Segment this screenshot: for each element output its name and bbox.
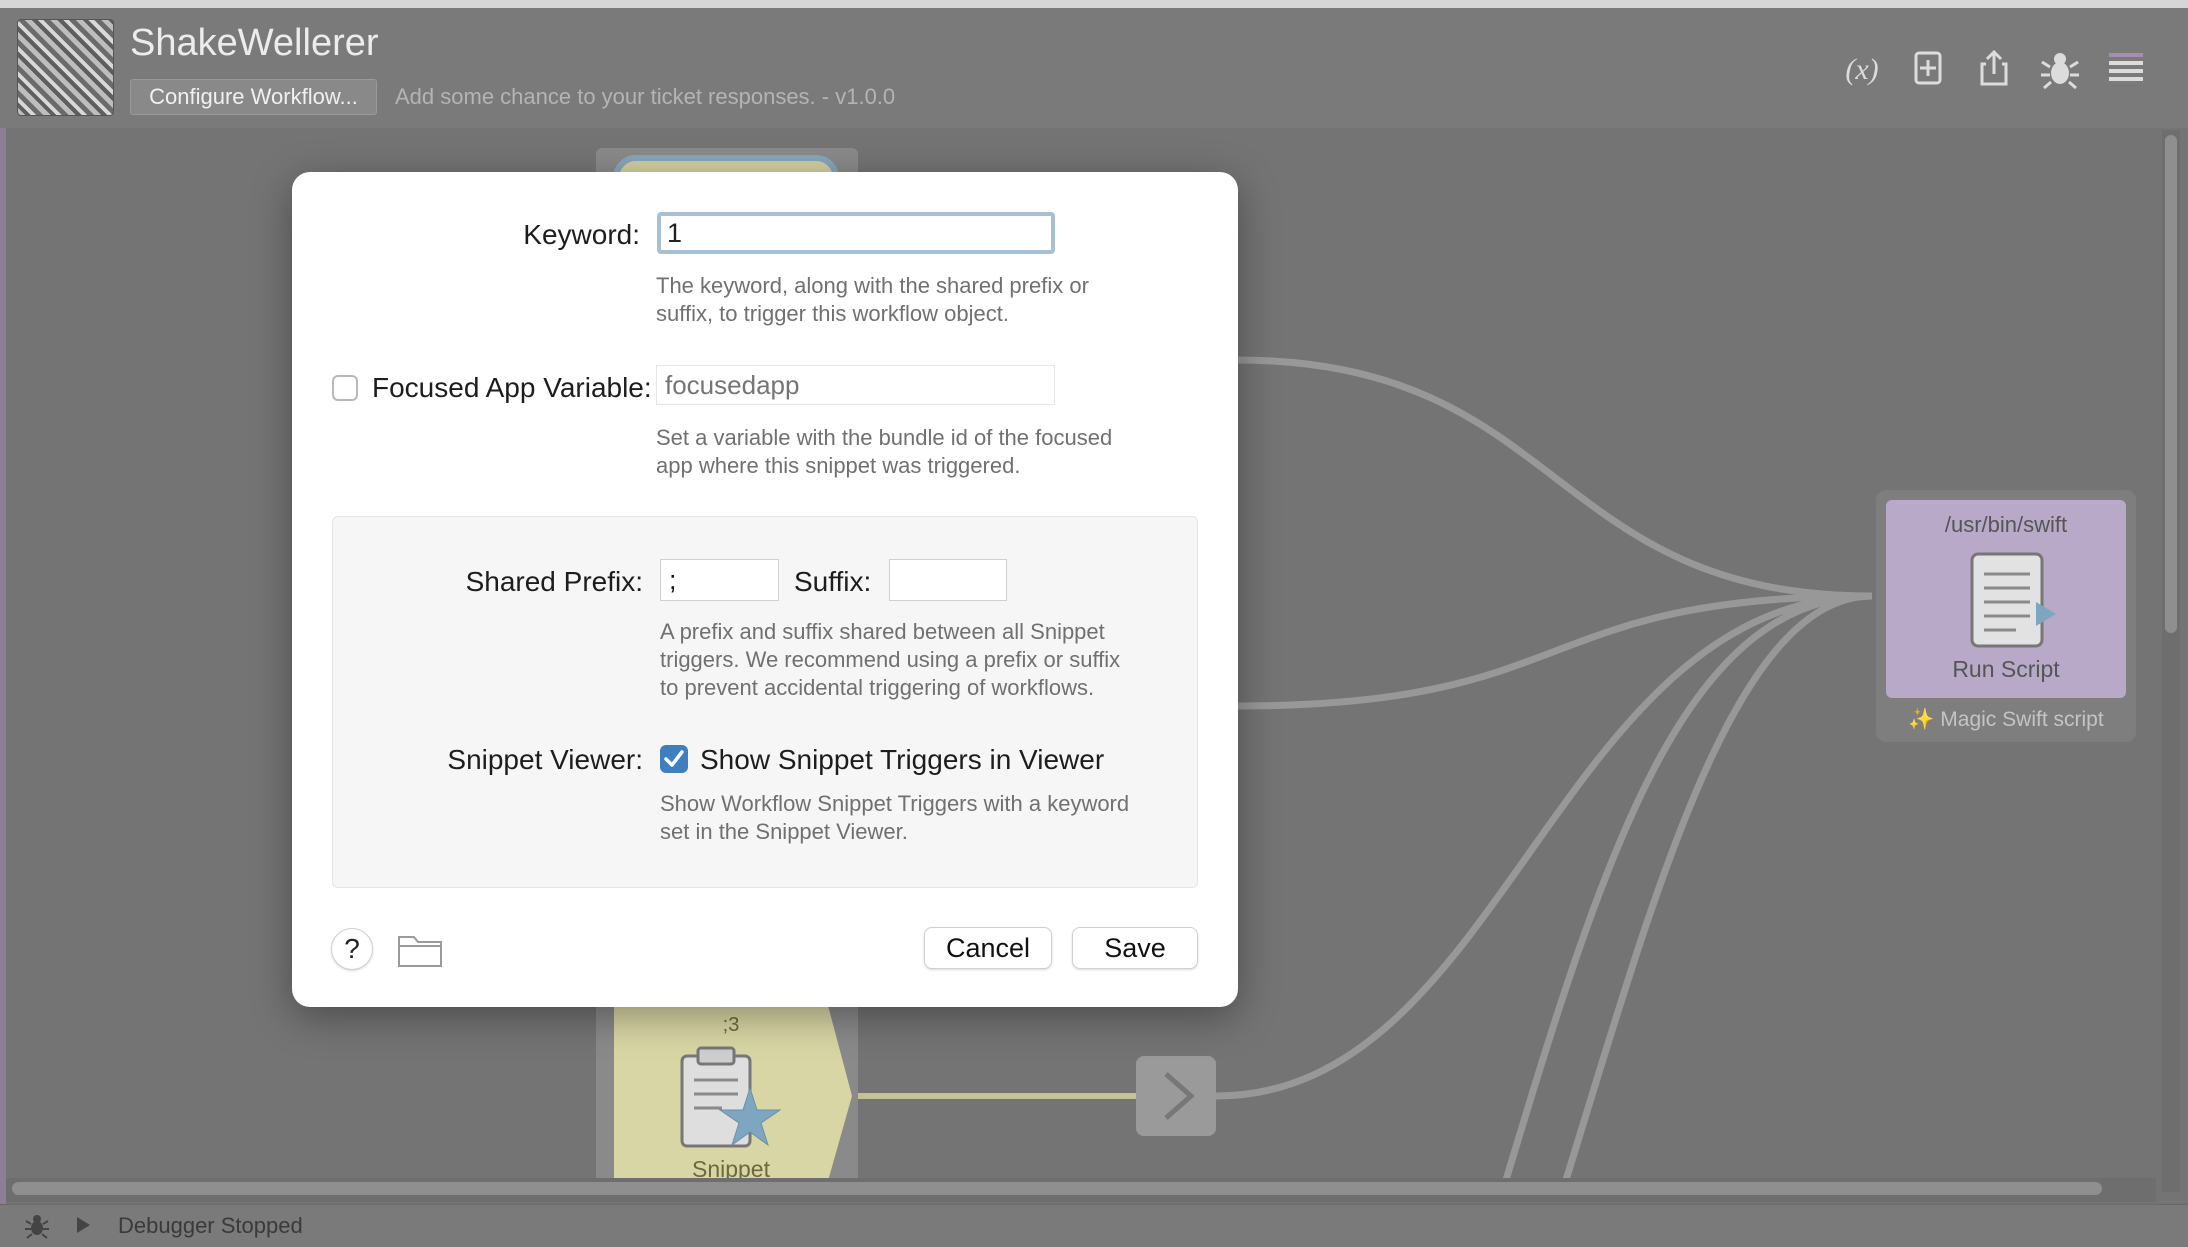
focused-app-checkbox[interactable]: [332, 375, 358, 401]
horizontal-scroll-thumb[interactable]: [12, 1182, 2102, 1195]
keyword-help: The keyword, along with the shared prefi…: [656, 273, 1089, 326]
snippet-node-keyword: ;3: [722, 1014, 740, 1036]
status-bar: [0, 1204, 2188, 1247]
connection-line: [1562, 592, 1873, 1180]
workflow-icon[interactable]: [17, 19, 114, 116]
help-button[interactable]: ?: [331, 928, 373, 970]
snippet-node-label: Snippet: [691, 1156, 770, 1180]
snippet-viewer-help: Show Workflow Snippet Triggers with a ke…: [660, 791, 1130, 844]
debug-icon[interactable]: [2035, 44, 2085, 94]
configure-workflow-button[interactable]: Configure Workflow...: [130, 79, 377, 115]
suffix-label: Suffix:: [794, 566, 872, 597]
add-object-icon[interactable]: [1903, 44, 1953, 94]
focused-app-help: Set a variable with the bundle id of the…: [656, 425, 1113, 478]
play-icon[interactable]: [72, 1214, 94, 1236]
snippet-viewer-label: Snippet Viewer:: [447, 744, 643, 775]
connection-line: [1502, 592, 1873, 1180]
workflow-description: Add some chance to your ticket responses…: [395, 84, 896, 109]
cancel-button[interactable]: Cancel: [924, 927, 1052, 969]
prefix-suffix-help: A prefix and suffix shared between all S…: [660, 619, 1121, 700]
script-node-label: Run Script: [1952, 656, 2060, 682]
suffix-field[interactable]: [889, 559, 1007, 601]
workflow-title: ShakeWellerer: [130, 22, 379, 64]
keyword-input[interactable]: [657, 212, 1055, 254]
focused-app-label: Focused App Variable:: [372, 372, 652, 403]
variables-icon[interactable]: (x): [1837, 44, 1887, 94]
connection-line: [1215, 592, 1873, 1100]
folder-icon[interactable]: [397, 929, 443, 969]
save-button[interactable]: Save: [1072, 927, 1198, 969]
menu-icon[interactable]: [2101, 44, 2151, 94]
script-node-note: ✨ Magic Swift script: [1908, 708, 2104, 731]
show-in-viewer-label[interactable]: Show Snippet Triggers in Viewer: [700, 744, 1104, 776]
window-top-edge: [0, 0, 2188, 8]
shared-prefix-label: Shared Prefix:: [465, 566, 643, 597]
keyword-label: Keyword:: [523, 219, 640, 250]
connection-line: [1235, 356, 1873, 600]
debug-icon[interactable]: [22, 1210, 52, 1240]
script-node-path: /usr/bin/swift: [1944, 512, 2068, 537]
arrow-connector: [1136, 1056, 1216, 1136]
share-icon[interactable]: [1969, 44, 2019, 94]
show-in-viewer-checkbox[interactable]: [660, 745, 688, 773]
shared-prefix-field[interactable]: [660, 559, 779, 601]
vertical-scroll-thumb[interactable]: [2165, 135, 2177, 633]
debugger-status: Debugger Stopped: [118, 1213, 303, 1238]
focused-app-variable-field[interactable]: [656, 365, 1055, 405]
script-icon: [1970, 552, 2056, 648]
svg-text:(x): (x): [1845, 53, 1878, 86]
checkmark-icon: [664, 750, 684, 767]
